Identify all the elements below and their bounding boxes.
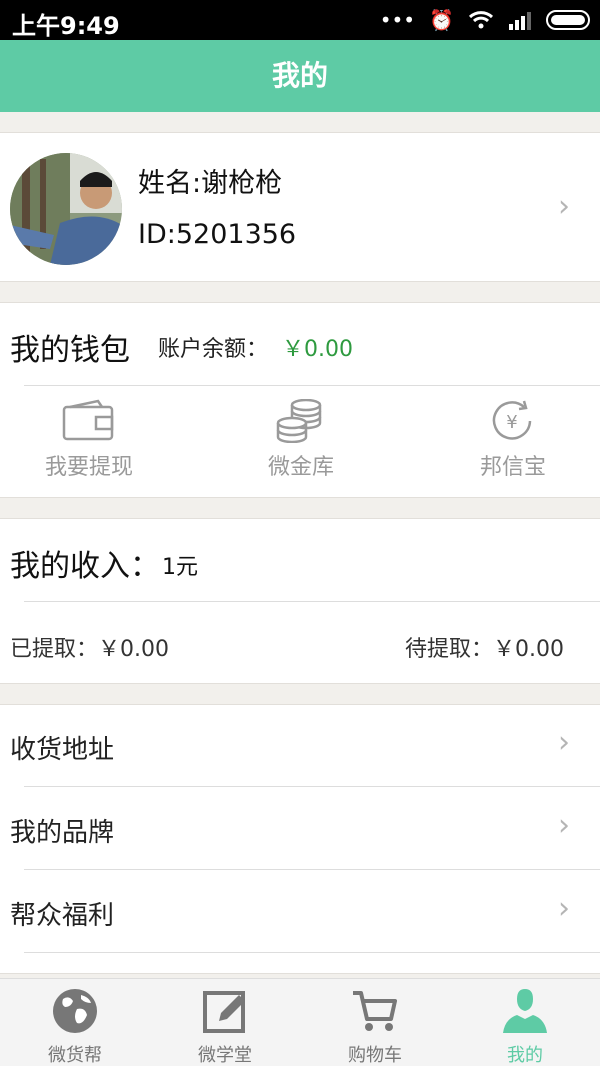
tab-label: 购物车 (348, 1045, 402, 1066)
divider (24, 786, 600, 787)
tab-mine[interactable]: 我的 (450, 985, 600, 1066)
page-header: 我的 (0, 40, 600, 112)
menu-item-shipping-address[interactable]: 收货地址 › (0, 705, 600, 787)
balance-value: ￥0.00 (282, 337, 353, 362)
status-icons: ••• ⏰ (380, 8, 590, 32)
wifi-icon (468, 11, 494, 29)
edit-icon (203, 991, 245, 1033)
micro-vault-label: 微金库 (267, 455, 334, 480)
coins-icon (276, 399, 322, 443)
wallet-icon (62, 399, 114, 441)
withdraw-button[interactable]: 我要提现 (14, 399, 164, 481)
divider (24, 385, 600, 386)
menu-item-my-brand[interactable]: 我的品牌 › (0, 788, 600, 870)
chevron-right-icon: › (558, 891, 570, 926)
chevron-right-icon: › (558, 189, 570, 224)
tab-label: 微货帮 (48, 1045, 102, 1066)
micro-vault-button[interactable]: 微金库 (226, 399, 376, 481)
pending-amount: 待提取：￥0.00 (405, 637, 564, 662)
balance-label: 账户余额： (158, 337, 269, 362)
page-title: 我的 (271, 59, 328, 92)
chevron-right-icon: › (558, 808, 570, 843)
income-title: 我的收入： (10, 549, 160, 584)
bangxinbao-button[interactable]: ¥ 邦信宝 (438, 399, 588, 481)
bottom-tab-bar: 微货帮 微学堂 购物车 我的 (0, 978, 600, 1066)
chevron-right-icon: › (558, 725, 570, 760)
alarm-icon: ⏰ (429, 8, 454, 32)
more-icon: ••• (379, 8, 416, 32)
tab-label: 我的 (507, 1045, 543, 1066)
avatar-image (10, 153, 122, 265)
income-card: 我的收入： 1元 已提取：￥0.00 待提取：￥0.00 (0, 518, 600, 684)
person-icon (503, 989, 547, 1033)
menu-item-label: 我的品牌 (10, 818, 115, 848)
profile-card[interactable]: 姓名:谢枪枪 ID:5201356 › (0, 132, 600, 282)
signal-icon (509, 12, 531, 30)
svg-text:¥: ¥ (506, 412, 517, 433)
divider (24, 869, 600, 870)
divider (24, 601, 600, 602)
profile-id: ID:5201356 (138, 219, 297, 250)
status-bar: 上午9:49 ••• ⏰ (0, 0, 600, 40)
tab-label: 微学堂 (198, 1045, 252, 1066)
wallet-card: 我的钱包 账户余额： ￥0.00 我要提现 微金库 ¥ 邦信宝 (0, 302, 600, 498)
bangxinbao-label: 邦信宝 (479, 455, 546, 480)
globe-icon (53, 989, 97, 1033)
withdraw-label: 我要提现 (44, 455, 133, 480)
withdrawn-amount: 已提取：￥0.00 (10, 637, 169, 662)
menu-item-member-benefits[interactable]: 帮众福利 › (0, 871, 600, 953)
tab-weihuobang[interactable]: 微货帮 (0, 985, 150, 1066)
yuan-refresh-icon: ¥ (492, 400, 532, 440)
cart-icon (353, 991, 397, 1031)
wallet-title: 我的钱包 (10, 333, 130, 368)
menu-item-label: 帮众福利 (10, 901, 115, 931)
profile-name: 姓名:谢枪枪 (138, 168, 283, 199)
status-time: 上午9:49 (12, 12, 120, 40)
income-amount: 1元 (162, 555, 198, 580)
tab-weixuetang[interactable]: 微学堂 (150, 985, 300, 1066)
menu-list: 收货地址 › 我的品牌 › 帮众福利 › (0, 704, 600, 974)
menu-item-label: 收货地址 (10, 735, 115, 765)
divider (24, 952, 600, 953)
battery-icon (546, 10, 590, 30)
avatar[interactable] (10, 153, 122, 265)
tab-shopping-cart[interactable]: 购物车 (300, 985, 450, 1066)
